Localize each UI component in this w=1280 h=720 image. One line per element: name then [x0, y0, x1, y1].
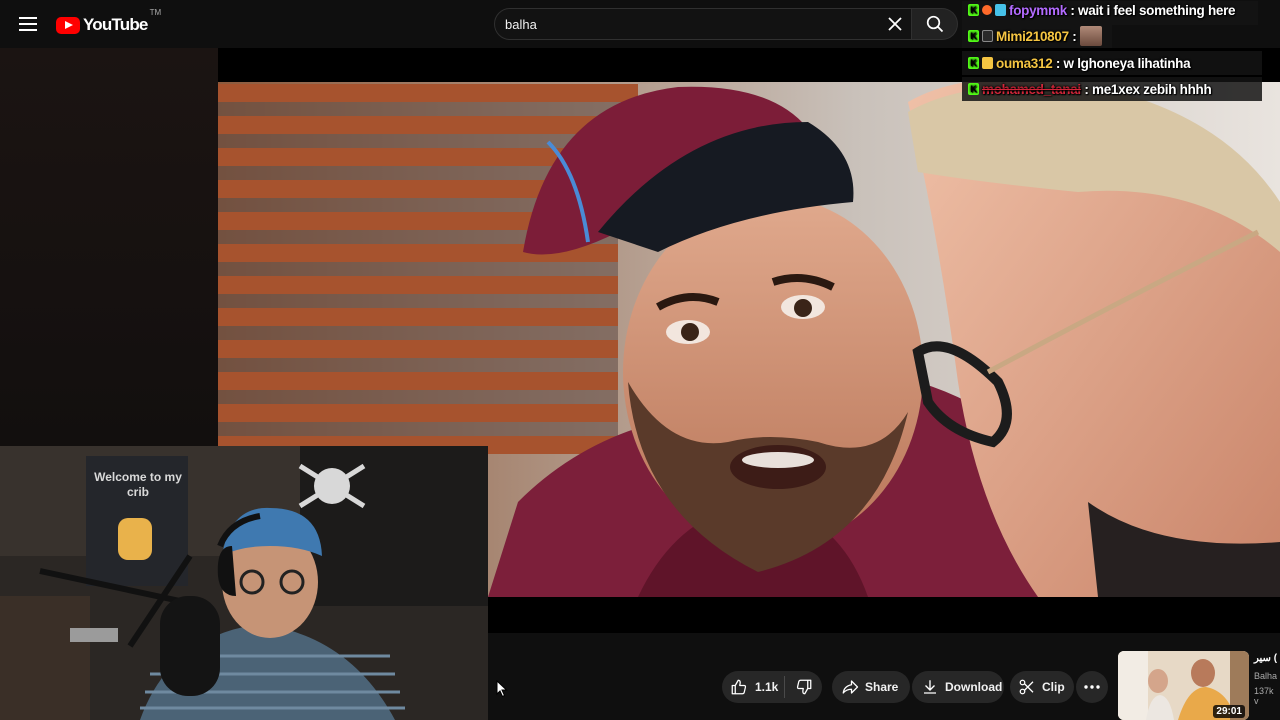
- chat-username[interactable]: mohamed_tanai: [982, 82, 1081, 97]
- clear-search-button[interactable]: [885, 14, 905, 34]
- chat-text: me1xex zebih hhhh: [1092, 81, 1212, 97]
- search-icon: [926, 15, 943, 33]
- kick-badge-icon: K: [968, 30, 979, 42]
- chat-separator: :: [1052, 55, 1064, 71]
- suggested-thumbnail[interactable]: 29:01: [1118, 651, 1249, 720]
- clip-button[interactable]: Clip: [1010, 671, 1074, 703]
- chat-text: w lghoneya lihatinha: [1063, 55, 1191, 71]
- chat-emote-icon: [1079, 26, 1102, 46]
- chat-username[interactable]: fopymmk: [1009, 3, 1067, 18]
- share-label: Share: [865, 680, 899, 694]
- kick-badge-icon: K: [968, 57, 979, 69]
- chat-username[interactable]: Mimi210807: [996, 29, 1069, 44]
- like-count: 1.1k: [755, 680, 779, 694]
- hamburger-menu-icon: [19, 17, 37, 31]
- thumbs-up-icon: [731, 679, 747, 695]
- webcam-feed: [0, 446, 488, 720]
- more-actions-button[interactable]: [1076, 671, 1108, 703]
- chat-message: K fopymmk : wait i feel something here: [968, 0, 1236, 22]
- search-input[interactable]: [505, 15, 875, 33]
- chat-separator: :: [1080, 81, 1092, 97]
- suggested-duration: 29:01: [1213, 705, 1245, 718]
- scissors-icon: [1019, 679, 1034, 695]
- chat-message: K mohamed_tanai : me1xex zebih hhhh: [968, 77, 1212, 101]
- more-horizontal-icon: [1084, 685, 1100, 689]
- download-icon: [924, 680, 936, 694]
- sub-badge-icon: [995, 4, 1006, 16]
- download-label: Download: [945, 680, 1003, 694]
- thumbs-down-icon: [796, 679, 811, 695]
- logo-text: YouTube: [83, 15, 148, 34]
- suggested-views: 137k v: [1254, 686, 1274, 706]
- search-button[interactable]: [912, 8, 958, 40]
- share-button[interactable]: Share: [832, 671, 910, 703]
- like-button[interactable]: 1.1k: [722, 671, 784, 703]
- chat-message: K Mimi210807 :: [968, 24, 1102, 48]
- chat-separator: :: [1066, 2, 1079, 18]
- suggested-channel[interactable]: Balha: [1254, 671, 1277, 681]
- webcam-poster-text: Welcome to my crib: [94, 470, 182, 499]
- download-button[interactable]: Download: [912, 671, 1004, 703]
- menu-button[interactable]: [14, 10, 42, 38]
- fire-badge-icon: [982, 5, 992, 15]
- chat-username[interactable]: ouma312: [996, 56, 1053, 71]
- clip-label: Clip: [1042, 680, 1065, 694]
- like-dislike-group: 1.1k: [722, 671, 822, 703]
- chat-text: wait i feel something here: [1078, 2, 1236, 18]
- suggested-video[interactable]: 29:01 سير ( Balha 137k v: [1118, 651, 1280, 720]
- gift-badge-icon: [982, 57, 993, 69]
- youtube-logo[interactable]: YouTube TM: [56, 8, 161, 36]
- kick-badge-icon: K: [968, 83, 979, 95]
- share-arrow-icon: [842, 680, 859, 694]
- logo-tm: TM: [149, 8, 162, 17]
- chat-message: K ouma312 : w lghoneya lihatinha: [968, 51, 1191, 75]
- close-icon: [888, 17, 902, 31]
- kick-badge-icon: K: [968, 4, 979, 16]
- streamer-webcam: Welcome to my crib: [0, 446, 488, 720]
- suggested-title[interactable]: سير (: [1254, 653, 1277, 664]
- left-background-panel: [0, 48, 218, 446]
- dislike-button[interactable]: [785, 671, 822, 703]
- mouse-cursor-icon: [496, 680, 508, 698]
- mic-badge-icon: [982, 30, 993, 42]
- youtube-play-icon: [56, 16, 80, 34]
- chat-separator: :: [1068, 28, 1080, 44]
- search-box: [494, 8, 912, 40]
- chat-overlay: K fopymmk : wait i feel something here K…: [962, 0, 1262, 104]
